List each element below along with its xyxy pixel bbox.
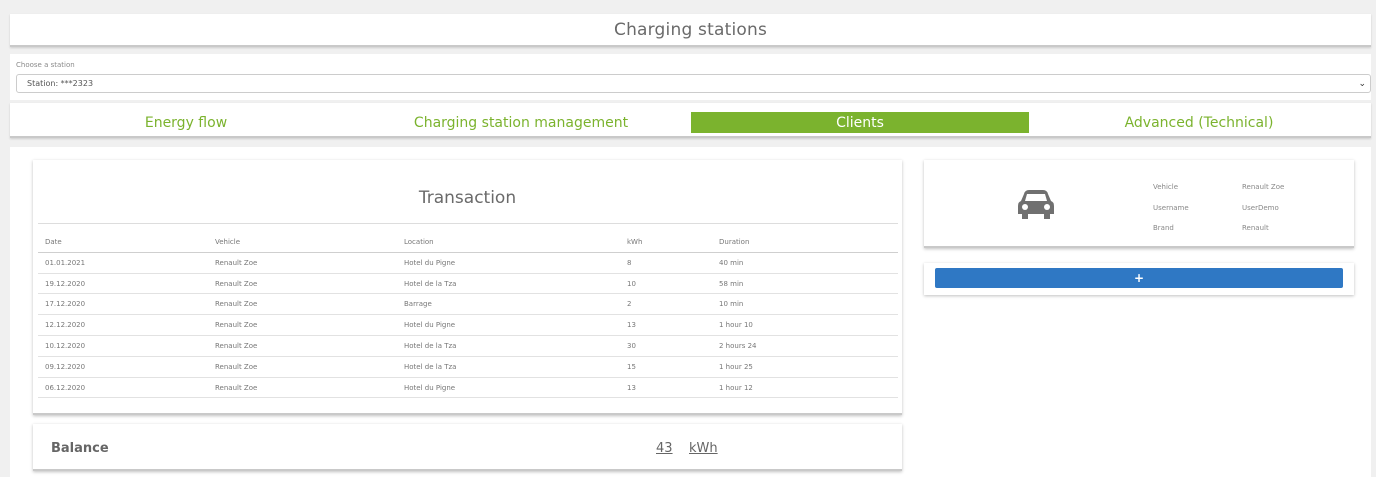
station-select-value: Station: ***2323: [27, 79, 94, 88]
cell-kwh: 30: [627, 341, 636, 350]
cell-kwh: 10: [627, 279, 636, 288]
cell-vehicle: Renault Zoe: [215, 362, 258, 371]
transaction-table: Date Vehicle Location kWh Duration 01.01…: [38, 232, 898, 399]
cell-vehicle: Renault Zoe: [215, 321, 258, 330]
transaction-card: Transaction Date Vehicle Location kWh Du…: [33, 160, 902, 415]
vehicle-value: Renault Zoe: [1242, 183, 1285, 191]
chevron-down-icon: ⌄: [1358, 79, 1366, 89]
car-icon: [1018, 190, 1054, 219]
cell-date: 01.01.2021: [45, 258, 86, 267]
cell-location: Hotel de la Tza: [404, 279, 457, 288]
cell-vehicle: Renault Zoe: [215, 383, 258, 392]
table-row: 06.12.2020 Renault Zoe Hotel du Pigne 13…: [38, 378, 898, 399]
tab-advanced-technical[interactable]: Advanced (Technical): [1030, 112, 1368, 133]
cell-kwh: 13: [627, 321, 636, 330]
column-header-kwh: kWh: [627, 238, 643, 246]
cell-location: Hotel du Pigne: [404, 321, 456, 330]
table-row: 19.12.2020 Renault Zoe Hotel de la Tza 1…: [38, 274, 898, 295]
tab-charging-station-management[interactable]: Charging station management: [352, 112, 690, 133]
cell-kwh: 15: [627, 362, 636, 371]
divider: [38, 223, 898, 224]
add-vehicle-card: +: [924, 263, 1354, 295]
table-row: 10.12.2020 Renault Zoe Hotel de la Tza 3…: [38, 336, 898, 357]
cell-duration: 1 hour 12: [719, 383, 753, 392]
cell-kwh: 8: [627, 258, 632, 267]
cell-location: Hotel du Pigne: [404, 383, 456, 392]
cell-date: 06.12.2020: [45, 383, 86, 392]
column-header-vehicle: Vehicle: [215, 238, 241, 246]
cell-location: Barrage: [404, 300, 432, 309]
clients-content: Transaction Date Vehicle Location kWh Du…: [10, 147, 1371, 477]
table-header-row: Date Vehicle Location kWh Duration: [38, 232, 898, 253]
username-value: UserDemo: [1242, 204, 1279, 212]
cell-duration: 10 min: [719, 300, 744, 309]
cell-location: Hotel du Pigne: [404, 258, 456, 267]
cell-duration: 1 hour 10: [719, 321, 753, 330]
vehicle-card: Vehicle Renault Zoe Username UserDemo Br…: [924, 160, 1354, 248]
cell-date: 17.12.2020: [45, 300, 86, 309]
balance-value[interactable]: 43: [656, 441, 673, 456]
cell-kwh: 13: [627, 383, 636, 392]
cell-vehicle: Renault Zoe: [215, 341, 258, 350]
add-button[interactable]: +: [935, 268, 1343, 288]
cell-date: 19.12.2020: [45, 279, 86, 288]
cell-vehicle: Renault Zoe: [215, 279, 258, 288]
table-row: 12.12.2020 Renault Zoe Hotel du Pigne 13…: [38, 315, 898, 336]
cell-vehicle: Renault Zoe: [215, 258, 258, 267]
tab-energy-flow[interactable]: Energy flow: [24, 112, 348, 133]
column-header-location: Location: [404, 238, 434, 246]
column-header-date: Date: [45, 238, 62, 246]
cell-date: 12.12.2020: [45, 321, 86, 330]
brand-value: Renault: [1242, 224, 1269, 232]
cell-date: 10.12.2020: [45, 341, 86, 350]
station-select[interactable]: Station: ***2323 ⌄: [16, 74, 1371, 93]
vehicle-label: Vehicle: [1153, 183, 1179, 191]
username-label: Username: [1153, 204, 1189, 212]
cell-duration: 58 min: [719, 279, 744, 288]
tab-clients[interactable]: Clients: [691, 112, 1029, 133]
balance-unit[interactable]: kWh: [689, 441, 718, 456]
column-header-duration: Duration: [719, 238, 750, 246]
table-row: 09.12.2020 Renault Zoe Hotel de la Tza 1…: [38, 357, 898, 378]
tab-bar: Energy flow Charging station management …: [10, 103, 1371, 138]
brand-label: Brand: [1153, 224, 1174, 232]
cell-date: 09.12.2020: [45, 362, 86, 371]
transaction-title: Transaction: [418, 188, 517, 208]
page-header: Charging stations: [10, 14, 1371, 47]
cell-location: Hotel de la Tza: [404, 341, 457, 350]
cell-duration: 2 hours 24: [719, 341, 757, 350]
station-selector-panel: Choose a station Station: ***2323 ⌄: [10, 54, 1371, 100]
cell-vehicle: Renault Zoe: [215, 300, 258, 309]
cell-kwh: 2: [627, 300, 632, 309]
cell-duration: 1 hour 25: [719, 362, 753, 371]
cell-duration: 40 min: [719, 258, 744, 267]
balance-label: Balance: [51, 441, 109, 456]
balance-card: Balance 43 kWh: [33, 424, 902, 471]
cell-location: Hotel de la Tza: [404, 362, 457, 371]
table-row: 17.12.2020 Renault Zoe Barrage 2 10 min: [38, 294, 898, 316]
table-row: 01.01.2021 Renault Zoe Hotel du Pigne 8 …: [38, 253, 898, 274]
station-select-label: Choose a station: [16, 61, 75, 69]
page-title: Charging stations: [614, 19, 767, 40]
